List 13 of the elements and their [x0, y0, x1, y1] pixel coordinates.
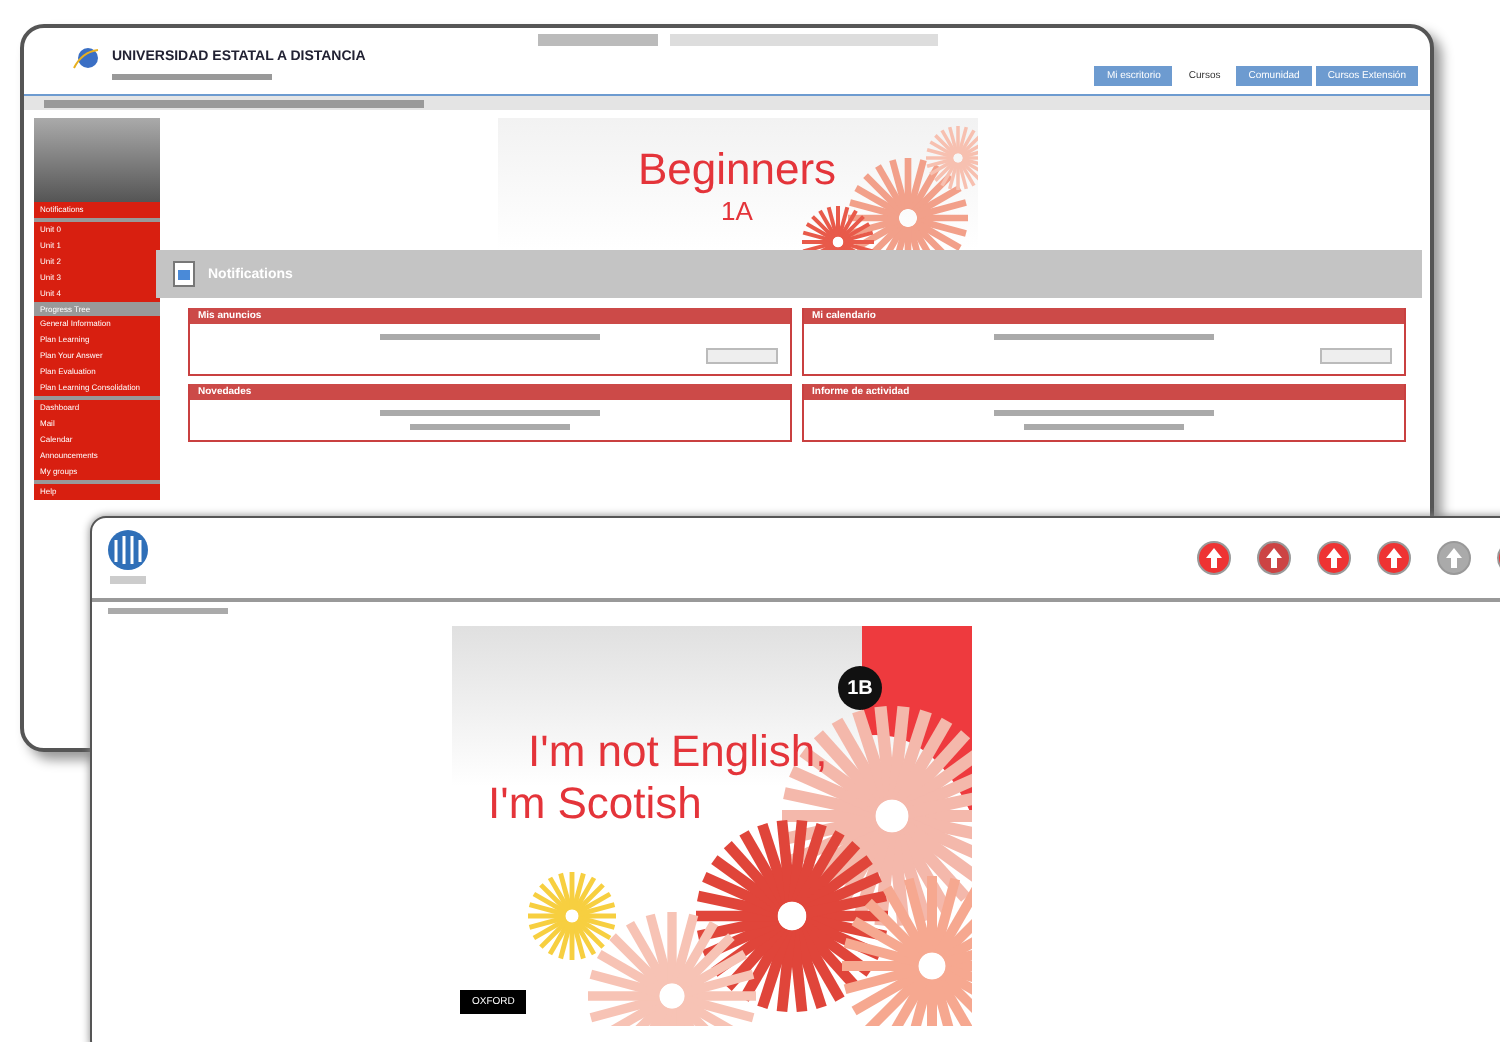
notification-icon: [172, 260, 196, 288]
logo-icon: [104, 528, 152, 588]
text-line-placeholder: [108, 608, 228, 614]
sidebar-divider: [34, 396, 160, 400]
banner-title: Beginners: [637, 143, 837, 195]
cover-title: I'm not English,: [528, 726, 830, 778]
level-badge: 1B: [838, 666, 882, 710]
cover-title: I'm Scotish: [488, 778, 704, 830]
sidebar-header: [34, 118, 160, 202]
banner-level: 1A: [721, 195, 753, 225]
sidebar-divider: [34, 218, 160, 222]
sidebar-divider: [34, 480, 160, 484]
logo-icon: [72, 45, 100, 69]
